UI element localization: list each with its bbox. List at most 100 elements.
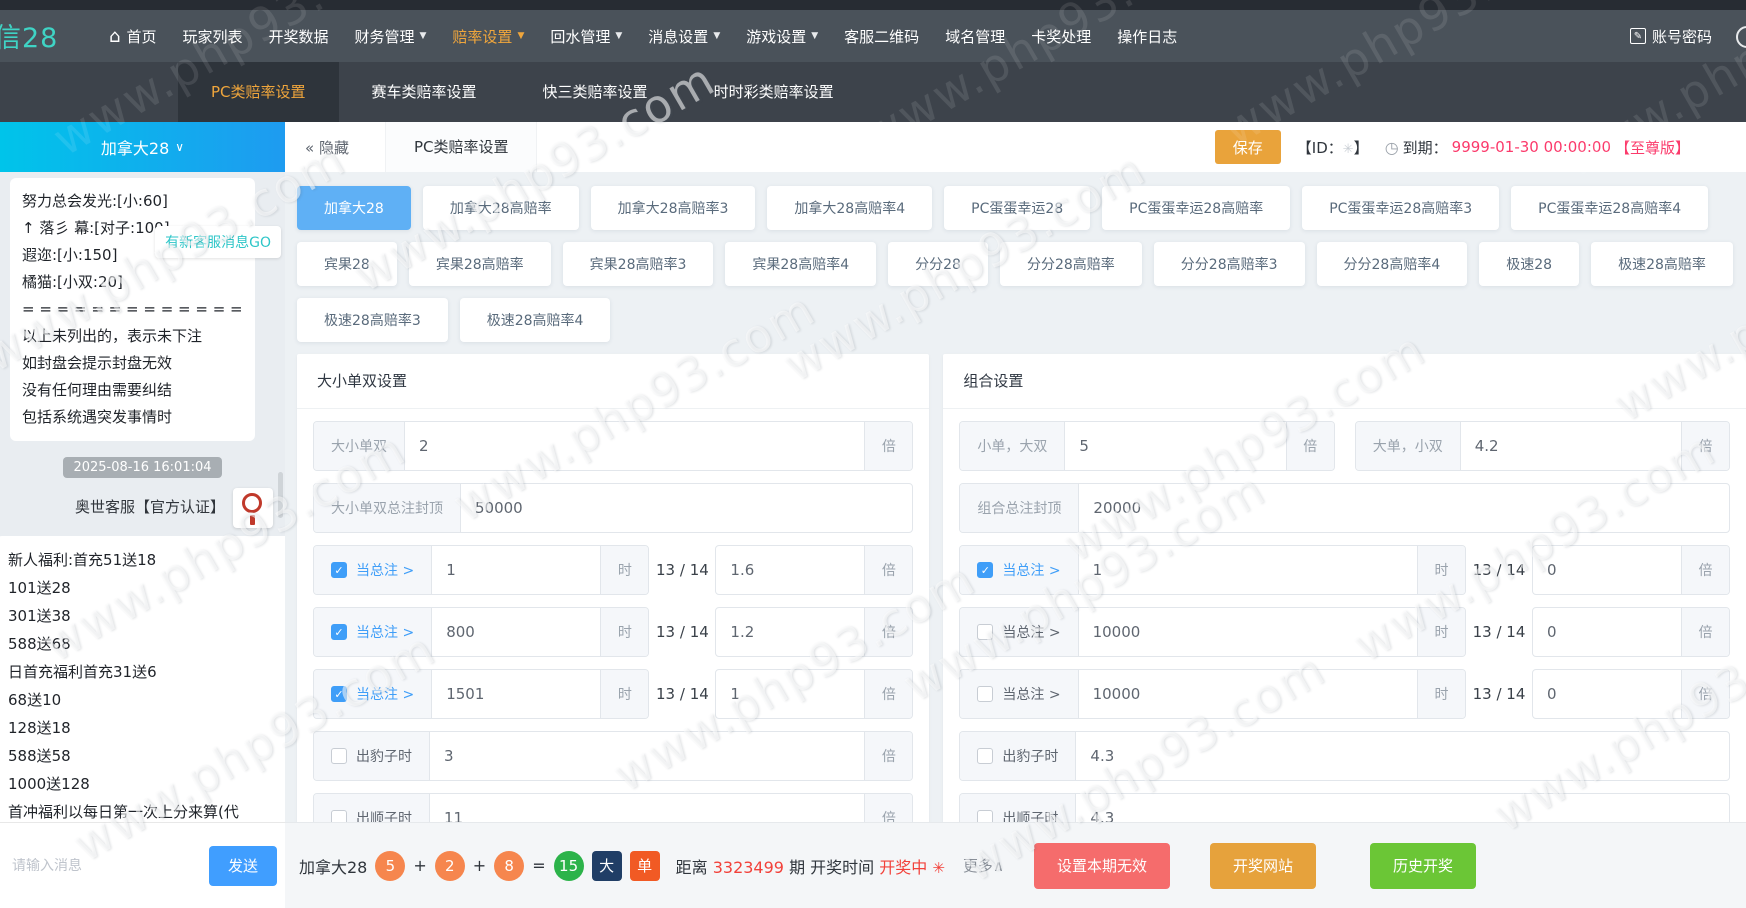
checkbox[interactable] (331, 748, 347, 764)
game-tab-极速28高赔率3[interactable]: 极速28高赔率3 (297, 298, 448, 342)
threshold-input[interactable] (444, 809, 850, 822)
bottom-bar: 发送 加拿大28 5+2+8=15大单 距离 3323499 期 开奖时间 开奖… (0, 822, 1746, 908)
rate-input[interactable] (1547, 685, 1667, 703)
rate-input[interactable] (1547, 561, 1667, 579)
nav-item-label: 游戏设置 (746, 26, 806, 47)
checkbox[interactable]: ✓ (331, 562, 347, 578)
nav-item-8[interactable]: 游戏设置 ▼ (733, 10, 831, 62)
game-tab-加拿大28高赔率3[interactable]: 加拿大28高赔率3 (591, 186, 756, 230)
threshold-input[interactable] (1093, 685, 1403, 703)
promo-line: 128送18 (8, 714, 284, 742)
nav-item-9[interactable]: 客服二维码 (831, 10, 932, 62)
checkbox[interactable] (977, 624, 993, 640)
rate-input[interactable] (1547, 623, 1667, 641)
nav-item-12[interactable]: 操作日志 (1104, 10, 1190, 62)
checkbox[interactable] (977, 686, 993, 702)
checkbox[interactable]: ✓ (331, 686, 347, 702)
nav-item-3[interactable]: 开奖数据 (255, 10, 341, 62)
nav-item-7[interactable]: 消息设置▼ (635, 10, 733, 62)
nav-item-4[interactable]: 财务管理▼ (341, 10, 439, 62)
threshold-input[interactable] (1090, 747, 1715, 765)
sidebar-scrollbar[interactable] (278, 472, 283, 518)
game-tab-极速28高赔率4[interactable]: 极速28高赔率4 (460, 298, 611, 342)
chat-input[interactable] (12, 858, 201, 874)
game-tab-加拿大28高赔率4[interactable]: 加拿大28高赔率4 (767, 186, 932, 230)
form-row: 小单，大双倍大单，小双倍 (959, 421, 1730, 471)
draw-ball: 5 (375, 851, 405, 881)
checkbox[interactable] (331, 810, 347, 822)
threshold-input[interactable] (446, 685, 586, 703)
row-label-text: 出豹子时 (1002, 746, 1058, 766)
threshold-input[interactable] (1093, 623, 1403, 641)
row-label: 大小单双 (314, 422, 405, 470)
rate-input[interactable] (730, 685, 850, 703)
threshold-input[interactable] (1090, 809, 1715, 822)
game-tab-加拿大28[interactable]: 加拿大28 (297, 186, 411, 230)
nav-item-10[interactable]: 域名管理 (932, 10, 1018, 62)
nav-item-11[interactable]: 卡奖处理 (1018, 10, 1104, 62)
draw-website-button[interactable]: 开奖网站 (1210, 843, 1316, 889)
checkbox[interactable] (977, 748, 993, 764)
game-tab-宾果28高赔率4[interactable]: 宾果28高赔率4 (725, 242, 876, 286)
threshold-input[interactable] (444, 747, 850, 765)
hide-sidebar-button[interactable]: « 隐藏 (305, 137, 349, 158)
nav-item-label: 首页 (126, 26, 156, 47)
game-tab-宾果28高赔率[interactable]: 宾果28高赔率 (409, 242, 551, 286)
game-tab-分分28[interactable]: 分分28 (888, 242, 988, 286)
row-suffix: 倍 (864, 422, 912, 470)
draw-sum: 15 (554, 851, 584, 881)
subnav-tab-1[interactable]: PC类赔率设置 (178, 62, 339, 122)
nav-item-5[interactable]: 赔率设置▼ (439, 10, 537, 62)
row-suffix: 倍 (864, 608, 912, 656)
page-tab[interactable]: PC类赔率设置 (385, 122, 538, 172)
site-logo: 信28 (0, 16, 74, 55)
game-tab-加拿大28高赔率[interactable]: 加拿大28高赔率 (423, 186, 579, 230)
game-tab-宾果28高赔率3[interactable]: 宾果28高赔率3 (563, 242, 714, 286)
game-tab-宾果28[interactable]: 宾果28 (297, 242, 397, 286)
account-password-button[interactable]: ✎ 账号密码 (1630, 10, 1712, 62)
nav-item-2[interactable]: 玩家列表 (169, 10, 255, 62)
chevron-down-icon: ▼ (811, 31, 818, 41)
checkbox[interactable]: ✓ (331, 624, 347, 640)
input-cell (1533, 546, 1681, 594)
threshold-input[interactable] (1093, 561, 1403, 579)
rate-input[interactable] (419, 437, 850, 455)
subnav-tab-4[interactable]: 时时彩类赔率设置 (681, 62, 867, 122)
nav-item-6[interactable]: 回水管理▼ (537, 10, 635, 62)
settings-panels: 大小单双设置 大小单双倍大小单双总注封顶✓当总注 >时13 / 14倍✓当总注 … (297, 354, 1746, 822)
game-selector[interactable]: 加拿大28 ∨ (0, 122, 285, 172)
game-tab-PC蛋蛋幸运28高赔率3[interactable]: PC蛋蛋幸运28高赔率3 (1302, 186, 1499, 230)
subnav-tab-2[interactable]: 赛车类赔率设置 (339, 62, 510, 122)
game-tab-PC蛋蛋幸运28[interactable]: PC蛋蛋幸运28 (944, 186, 1090, 230)
game-tab-分分28高赔率[interactable]: 分分28高赔率 (1000, 242, 1142, 286)
game-tab-分分28高赔率3[interactable]: 分分28高赔率3 (1154, 242, 1305, 286)
rate-input[interactable] (475, 499, 898, 517)
game-tab-极速28高赔率[interactable]: 极速28高赔率 (1591, 242, 1733, 286)
checkbox[interactable]: ✓ (977, 562, 993, 578)
ratio-text: 13 / 14 (1466, 669, 1532, 719)
row-label: 出豹子时 (314, 732, 430, 780)
save-button[interactable]: 保存 (1215, 130, 1281, 164)
rate-input[interactable] (1079, 437, 1271, 455)
rate-input[interactable] (730, 623, 850, 641)
new-service-message-link[interactable]: 有新客服消息GO (155, 226, 281, 258)
history-draw-button[interactable]: 历史开奖 (1370, 843, 1476, 889)
input-cell (1079, 608, 1417, 656)
game-tab-PC蛋蛋幸运28高赔率[interactable]: PC蛋蛋幸运28高赔率 (1102, 186, 1290, 230)
set-invalid-button[interactable]: 设置本期无效 (1034, 843, 1170, 889)
nav-item-1[interactable]: ⌂首页 (96, 10, 169, 62)
game-tab-PC蛋蛋幸运28高赔率4[interactable]: PC蛋蛋幸运28高赔率4 (1511, 186, 1708, 230)
subnav-tab-3[interactable]: 快三类赔率设置 (510, 62, 681, 122)
game-tab-分分28高赔率4[interactable]: 分分28高赔率4 (1317, 242, 1468, 286)
promo-line: 301送38 (8, 602, 284, 630)
game-tab-极速28[interactable]: 极速28 (1479, 242, 1579, 286)
rate-input[interactable] (1475, 437, 1667, 455)
rate-input[interactable] (730, 561, 850, 579)
send-button[interactable]: 发送 (209, 846, 277, 886)
threshold-input[interactable] (446, 623, 586, 641)
rate-input[interactable] (1093, 499, 1715, 517)
checkbox[interactable] (977, 810, 993, 822)
more-toggle[interactable]: 更多∧ (963, 855, 1004, 876)
threshold-input[interactable] (446, 561, 586, 579)
help-icon[interactable] (1736, 26, 1746, 48)
